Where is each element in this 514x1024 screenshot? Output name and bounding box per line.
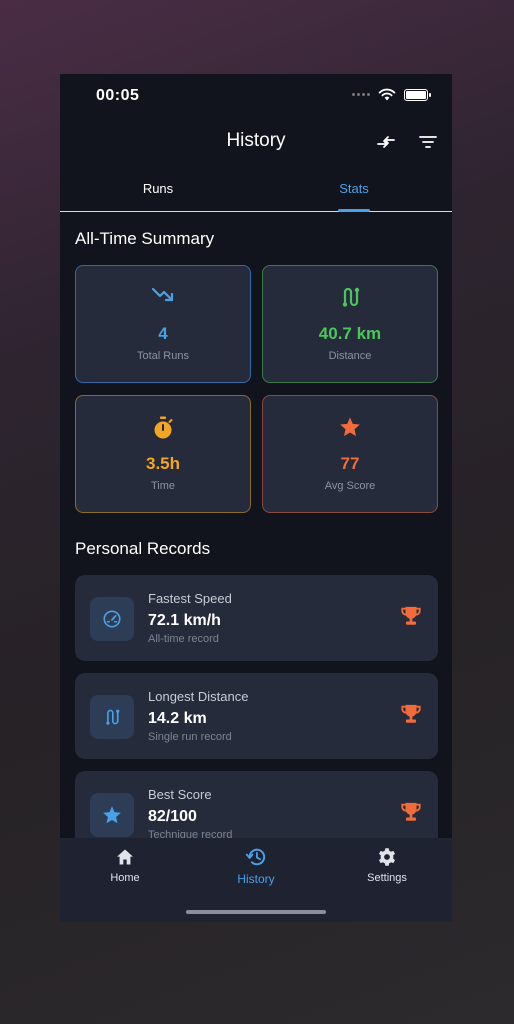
speedometer-icon <box>90 597 134 641</box>
nav-history[interactable]: History <box>206 846 306 886</box>
total-runs-card: 4 Total Runs <box>75 265 251 383</box>
record-title: Fastest Speed <box>148 591 232 606</box>
record-value: 72.1 km/h <box>148 612 221 629</box>
record-value: 14.2 km <box>148 710 207 727</box>
stopwatch-icon <box>76 416 250 440</box>
compare-button[interactable] <box>372 128 400 156</box>
star-icon <box>263 416 437 438</box>
records-title: Personal Records <box>75 539 211 558</box>
history-icon <box>206 846 306 868</box>
record-longest-distance[interactable]: Longest Distance 14.2 km Single run reco… <box>75 673 438 759</box>
distance-label: Distance <box>328 350 372 362</box>
home-icon <box>75 846 175 868</box>
bottom-nav: Home History Settings <box>60 838 452 922</box>
trophy-icon <box>400 703 422 730</box>
nav-home-label: Home <box>110 872 140 884</box>
trophy-icon <box>400 605 422 632</box>
avg-score-card: 77 Avg Score <box>262 395 438 513</box>
route-icon <box>263 286 437 308</box>
time-card: 3.5h Time <box>75 395 251 513</box>
wifi-icon <box>378 88 396 101</box>
time-label: Time <box>150 480 176 492</box>
nav-home[interactable]: Home <box>75 846 175 884</box>
status-icons <box>352 88 431 101</box>
trophy-icon <box>400 801 422 828</box>
filter-icon <box>419 136 437 148</box>
tab-bar: Runs Stats <box>60 174 452 212</box>
battery-icon <box>404 88 431 101</box>
record-subtitle: All-time record <box>148 633 219 645</box>
phone-screen: 00:05 History Runs Stats All-Time Summar… <box>60 74 452 922</box>
filter-button[interactable] <box>414 128 442 156</box>
nav-header: History <box>60 120 452 164</box>
route-icon <box>90 695 134 739</box>
stats-content[interactable]: All-Time Summary 4 Total Runs 40.7 km Di <box>60 213 452 838</box>
nav-settings-label: Settings <box>367 872 407 884</box>
record-title: Longest Distance <box>148 689 249 704</box>
summary-title: All-Time Summary <box>75 229 215 248</box>
trending-down-icon <box>76 286 250 304</box>
nav-history-label: History <box>237 872 275 886</box>
record-subtitle: Single run record <box>148 731 232 743</box>
time-value: 3.5h <box>145 454 181 473</box>
distance-card: 40.7 km Distance <box>262 265 438 383</box>
record-value: 82/100 <box>148 808 197 825</box>
tab-runs[interactable]: Runs <box>98 181 218 196</box>
avg-score-value: 77 <box>340 454 360 473</box>
signal-icon <box>352 93 370 96</box>
total-runs-label: Total Runs <box>137 350 189 362</box>
tab-stats[interactable]: Stats <box>294 181 414 196</box>
total-runs-value: 4 <box>158 324 168 343</box>
home-indicator <box>186 910 326 914</box>
star-icon <box>90 793 134 837</box>
record-subtitle: Technique record <box>148 829 233 838</box>
compare-arrows-icon <box>377 136 395 148</box>
tab-indicator <box>338 209 370 212</box>
status-time: 00:05 <box>96 87 140 104</box>
record-best-score[interactable]: Best Score 82/100 Technique record <box>75 771 438 838</box>
record-title: Best Score <box>148 787 212 802</box>
gear-icon <box>337 846 437 868</box>
record-fastest-speed[interactable]: Fastest Speed 72.1 km/h All-time record <box>75 575 438 661</box>
avg-score-label: Avg Score <box>324 480 376 492</box>
distance-value: 40.7 km <box>318 324 382 343</box>
nav-settings[interactable]: Settings <box>337 846 437 884</box>
status-bar: 00:05 <box>60 74 452 120</box>
